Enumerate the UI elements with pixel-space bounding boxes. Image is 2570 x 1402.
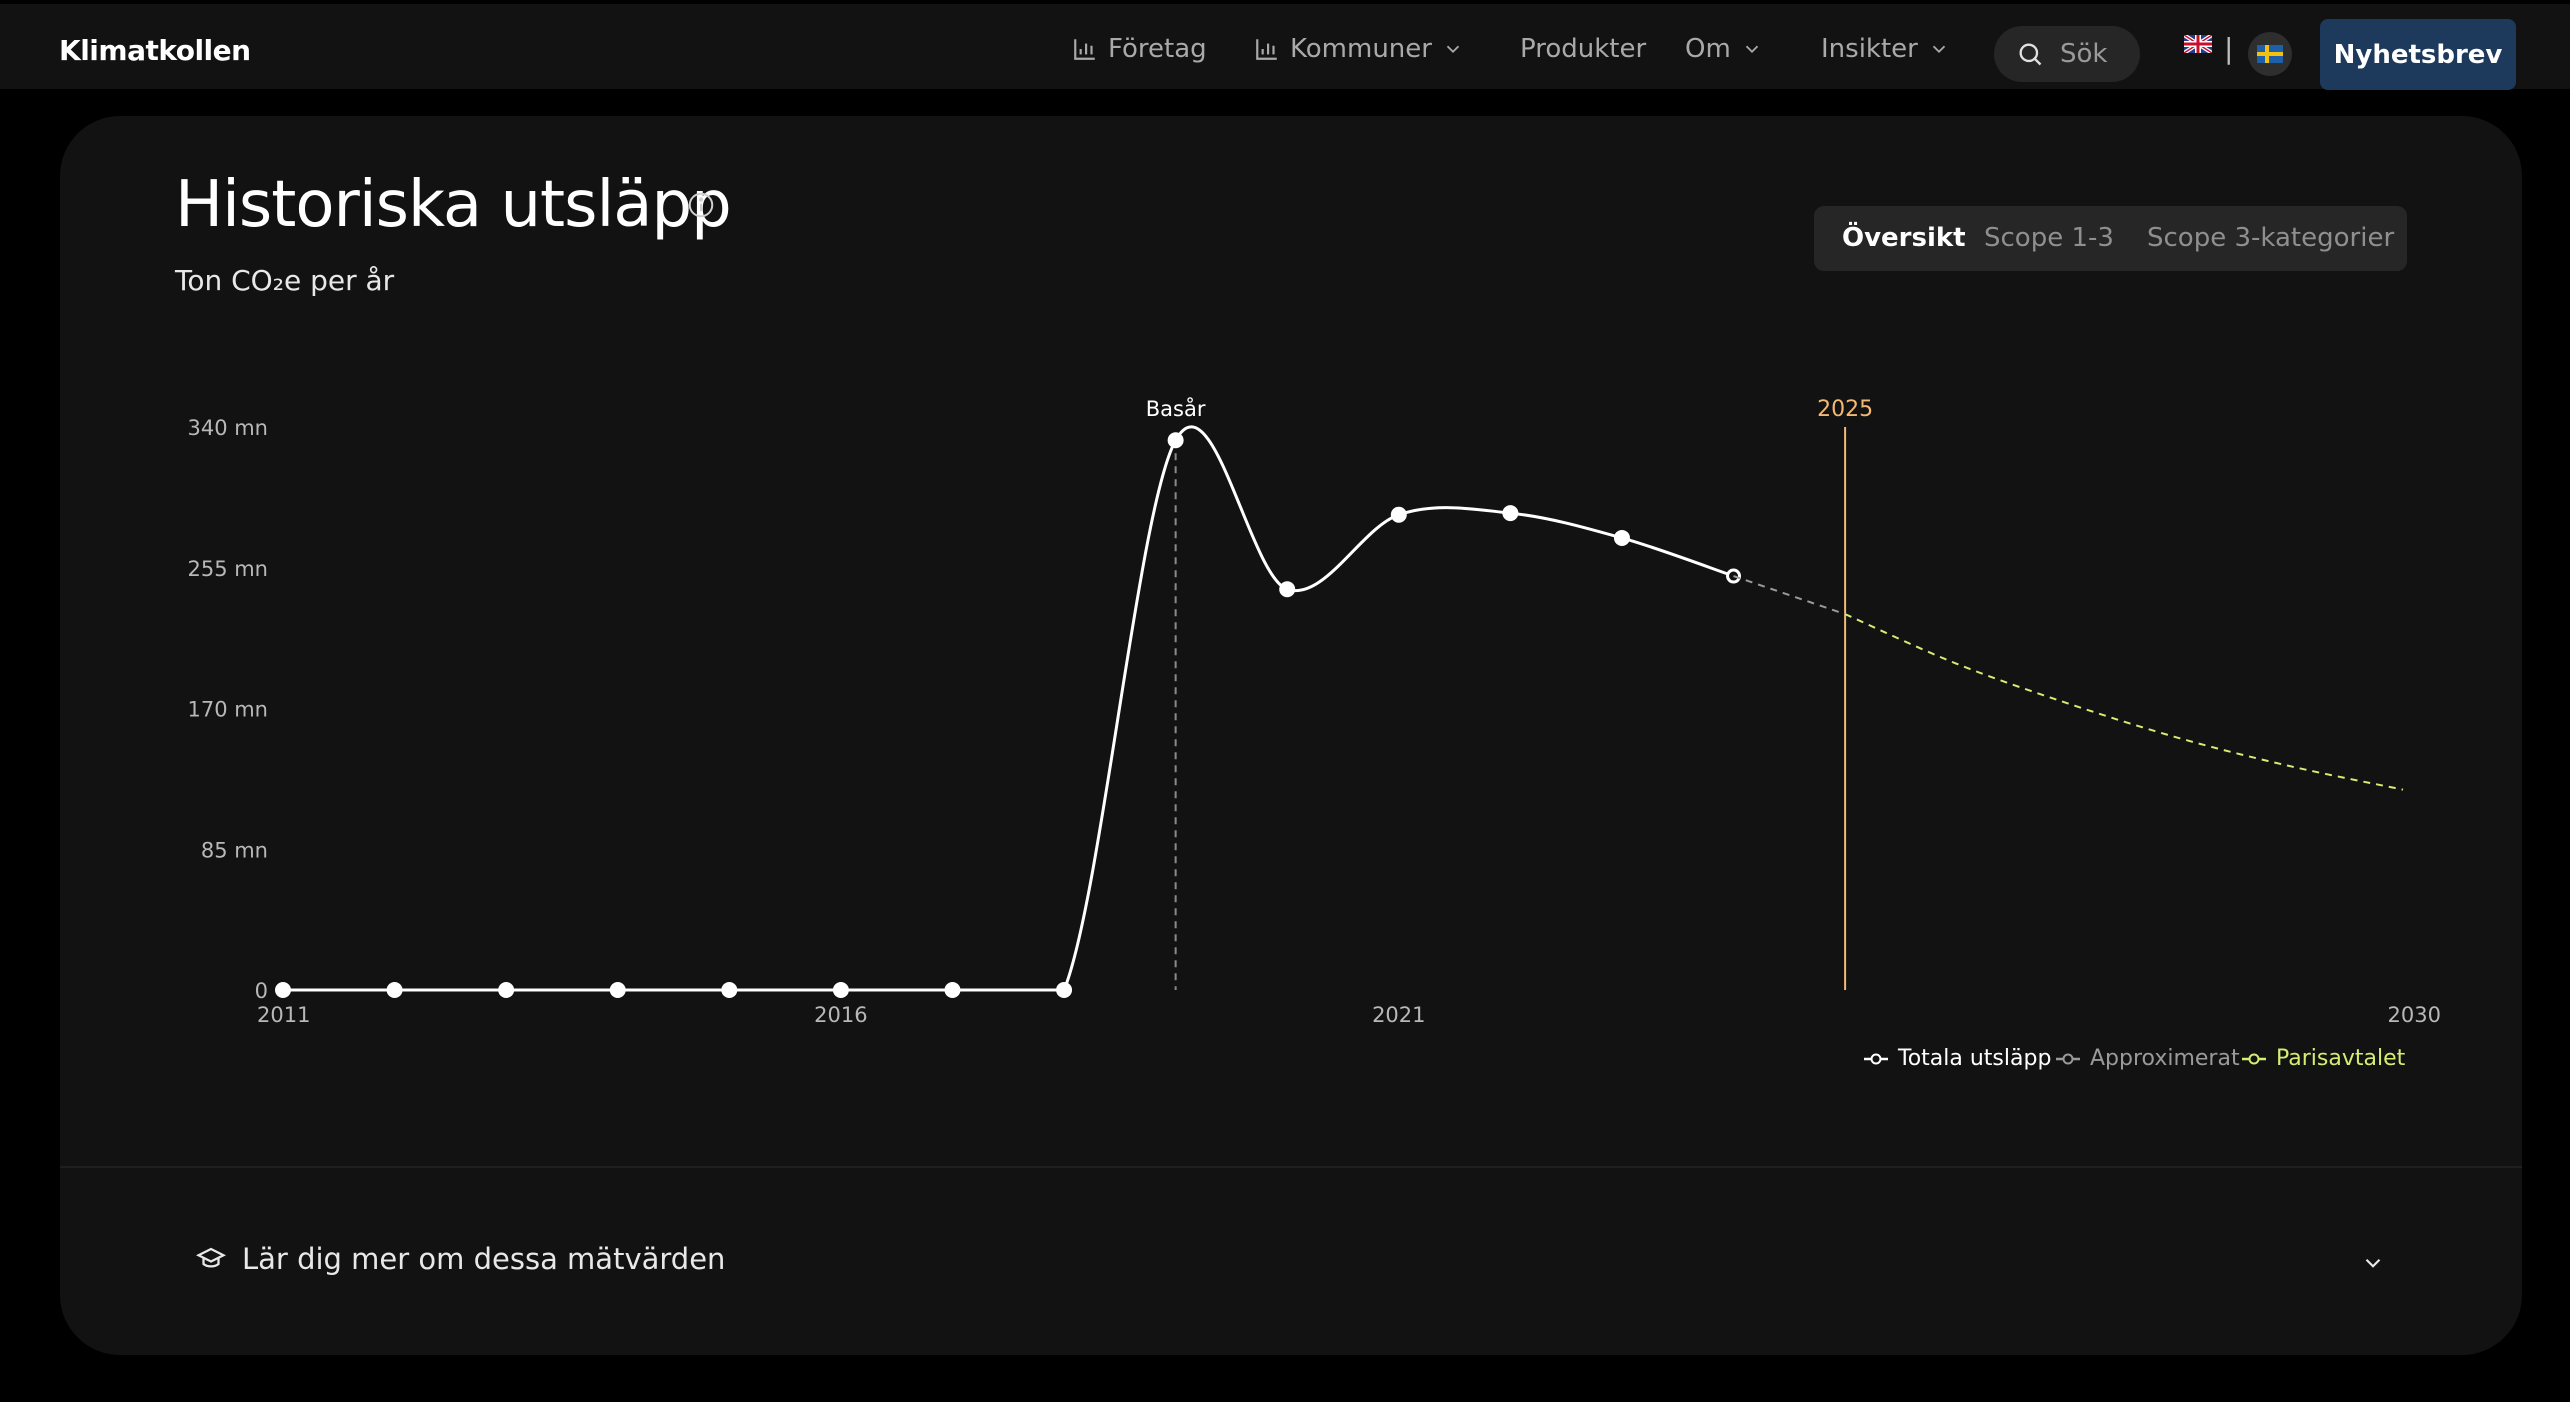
x-tick-label: 2016 <box>814 1003 867 1027</box>
legend-item-approximerat[interactable]: Approximerat <box>2054 1046 2240 1071</box>
x-tick-label: 2030 <box>2388 1003 2441 1027</box>
x-tick-label: 2011 <box>257 1003 310 1027</box>
legend-label-approximerat: Approximerat <box>2090 1046 2240 1071</box>
legend-label-totala: Totala utsläpp <box>1898 1046 2052 1071</box>
data-point <box>609 982 626 998</box>
legend-line-icon <box>2242 1053 2266 1064</box>
approximerat-line <box>1733 575 1846 616</box>
x-tick-label: 2021 <box>1372 1003 1425 1027</box>
data-point <box>944 982 961 998</box>
data-point <box>1056 982 1073 998</box>
data-point <box>1502 505 1519 522</box>
emissions-chart: 0 85 mn 170 mn 255 mn 340 mn 2011 2016 2021 2030… <box>187 396 2441 1027</box>
data-point <box>721 982 738 998</box>
data-point <box>832 982 849 998</box>
y-tick-label: 255 mn <box>187 557 268 581</box>
base-year-label: Basår <box>1146 396 1206 421</box>
learn-more-label: Lär dig mer om dessa mätvärden <box>242 1242 726 1276</box>
y-tick-label: 85 mn <box>201 838 268 862</box>
current-year-label: 2025 <box>1817 397 1873 422</box>
y-tick-label: 0 <box>255 979 268 1003</box>
graduation-cap-icon <box>196 1247 226 1268</box>
legend-line-icon <box>1864 1053 1888 1064</box>
legend-label-parisavtalet: Parisavtalet <box>2276 1046 2406 1071</box>
data-point <box>1613 529 1630 546</box>
section-divider <box>60 1166 2522 1168</box>
data-point <box>1390 506 1407 523</box>
parisavtalet-line <box>1844 613 2404 791</box>
data-point <box>498 982 515 998</box>
data-point <box>1279 581 1296 598</box>
y-tick-label: 340 mn <box>187 416 268 440</box>
y-tick-label: 170 mn <box>187 698 268 722</box>
data-point <box>386 982 403 998</box>
chevron-down-icon[interactable] <box>2360 1250 2386 1276</box>
data-point <box>275 982 291 998</box>
legend-item-totala[interactable]: Totala utsläpp <box>1862 1046 2051 1071</box>
learn-more-toggle[interactable]: Lär dig mer om dessa mätvärden <box>196 1242 725 1276</box>
legend-item-parisavtalet[interactable]: Parisavtalet <box>2240 1046 2405 1071</box>
legend-line-icon <box>2056 1053 2080 1064</box>
data-point <box>1167 432 1184 449</box>
